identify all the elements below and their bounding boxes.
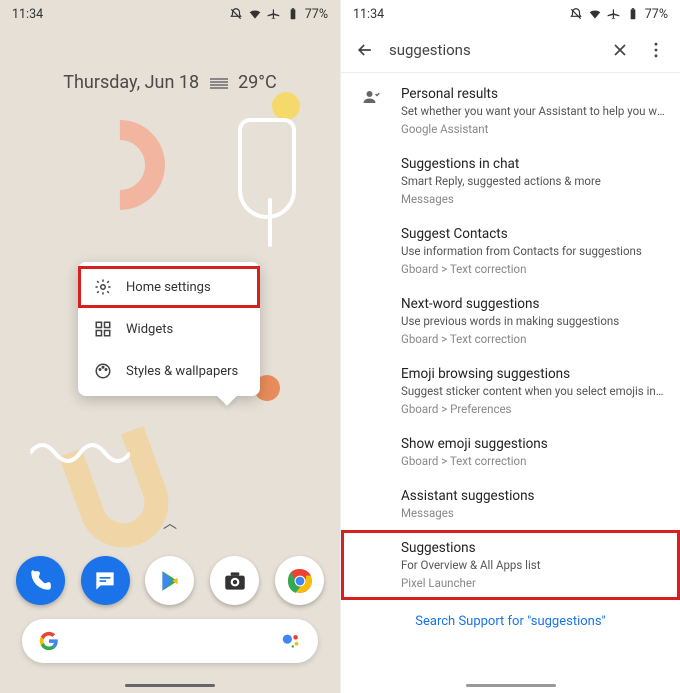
airplane-icon: [607, 7, 621, 21]
result-path: Messages: [401, 192, 666, 206]
result-path: Gboard > Preferences: [401, 402, 666, 416]
date-text: Thursday, Jun 18: [63, 72, 199, 93]
menu-widgets[interactable]: Widgets: [78, 308, 260, 350]
nav-handle[interactable]: [125, 684, 215, 687]
clear-icon[interactable]: [610, 40, 630, 60]
result-title: Suggestions in chat: [401, 156, 666, 172]
result-emoji-browsing-suggestions[interactable]: Emoji browsing suggestions Suggest sticke…: [341, 356, 680, 426]
result-suggestions-pixel-launcher[interactable]: Suggestions For Overview & All Apps list P…: [341, 530, 680, 600]
result-path: Gboard > Text correction: [401, 262, 666, 276]
google-search-bar[interactable]: [22, 619, 318, 663]
camera-app[interactable]: [210, 556, 259, 605]
google-g-icon: [38, 630, 60, 652]
result-desc: Set whether you want your Assistant to h…: [401, 104, 666, 118]
battery-icon: [626, 7, 640, 21]
result-show-emoji-suggestions[interactable]: Show emoji suggestions Gboard > Text corr…: [341, 426, 680, 478]
overflow-icon[interactable]: [646, 40, 666, 60]
result-path: Gboard > Text correction: [401, 454, 666, 468]
play-icon: [157, 568, 183, 594]
result-title: Suggest Contacts: [401, 226, 666, 242]
dock: [0, 556, 340, 605]
menu-label: Widgets: [126, 322, 173, 337]
result-path: Gboard > Text correction: [401, 332, 666, 346]
wifi-icon: [588, 7, 602, 21]
home-screen: 11:34 77% Thursday, Jun 18 29°C Home set…: [0, 0, 340, 693]
palette-icon: [94, 362, 112, 380]
fog-icon: [210, 75, 228, 96]
result-title: Show emoji suggestions: [401, 436, 666, 452]
messages-icon: [92, 568, 118, 594]
play-store-app[interactable]: [145, 556, 194, 605]
status-icons: 77%: [569, 7, 668, 22]
chrome-app[interactable]: [275, 556, 324, 605]
chrome-icon: [287, 568, 313, 594]
result-title: Next-word suggestions: [401, 296, 666, 312]
search-input[interactable]: suggestions: [389, 41, 596, 59]
status-bar: 11:34 77%: [341, 0, 680, 28]
search-support-link[interactable]: Search Support for "suggestions": [341, 600, 680, 637]
menu-label: Home settings: [126, 280, 211, 295]
result-desc: Use previous words in making suggestions: [401, 314, 666, 328]
result-suggest-contacts[interactable]: Suggest Contacts Use information from Con…: [341, 216, 680, 286]
camera-icon: [222, 568, 248, 594]
menu-home-settings[interactable]: Home settings: [78, 266, 260, 308]
phone-icon: [27, 568, 53, 594]
result-desc: Suggest sticker content when you select …: [401, 384, 666, 398]
result-path: Messages: [401, 506, 666, 520]
result-assistant-suggestions[interactable]: Assistant suggestions Messages: [341, 478, 680, 530]
battery-text: 77%: [645, 7, 668, 22]
result-suggestions-in-chat[interactable]: Suggestions in chat Smart Reply, suggeste…: [341, 146, 680, 216]
dnd-icon: [569, 7, 583, 21]
result-desc: For Overview & All Apps list: [401, 558, 666, 572]
result-title: Suggestions: [401, 540, 666, 556]
phone-app[interactable]: [16, 556, 65, 605]
result-path: Google Assistant: [401, 122, 666, 136]
result-title: Personal results: [401, 86, 666, 102]
nav-handle[interactable]: [466, 684, 556, 687]
search-header: suggestions: [341, 28, 680, 73]
menu-label: Styles & wallpapers: [126, 364, 238, 379]
person-icon: [362, 88, 380, 106]
settings-search-screen: 11:34 77% suggestions Personal results S…: [340, 0, 680, 693]
result-title: Assistant suggestions: [401, 488, 666, 504]
result-personal-results[interactable]: Personal results Set whether you want yo…: [341, 76, 680, 146]
app-drawer-caret[interactable]: ︿: [163, 513, 177, 533]
result-path: Pixel Launcher: [401, 576, 666, 590]
home-context-menu: Home settings Widgets Styles & wallpaper…: [78, 262, 260, 396]
result-desc: Use information from Contacts for sugges…: [401, 244, 666, 258]
back-icon[interactable]: [355, 40, 375, 60]
status-time: 11:34: [353, 7, 384, 22]
assistant-icon[interactable]: [280, 630, 302, 652]
menu-styles-wallpapers[interactable]: Styles & wallpapers: [78, 350, 260, 392]
result-next-word-suggestions[interactable]: Next-word suggestions Use previous words …: [341, 286, 680, 356]
widgets-icon: [94, 320, 112, 338]
date-weather[interactable]: Thursday, Jun 18 29°C: [0, 72, 340, 96]
search-results: Personal results Set whether you want yo…: [341, 76, 680, 693]
gear-icon: [94, 278, 112, 296]
result-title: Emoji browsing suggestions: [401, 366, 666, 382]
result-desc: Smart Reply, suggested actions & more: [401, 174, 666, 188]
messages-app[interactable]: [81, 556, 130, 605]
temp-text: 29°C: [238, 72, 277, 93]
